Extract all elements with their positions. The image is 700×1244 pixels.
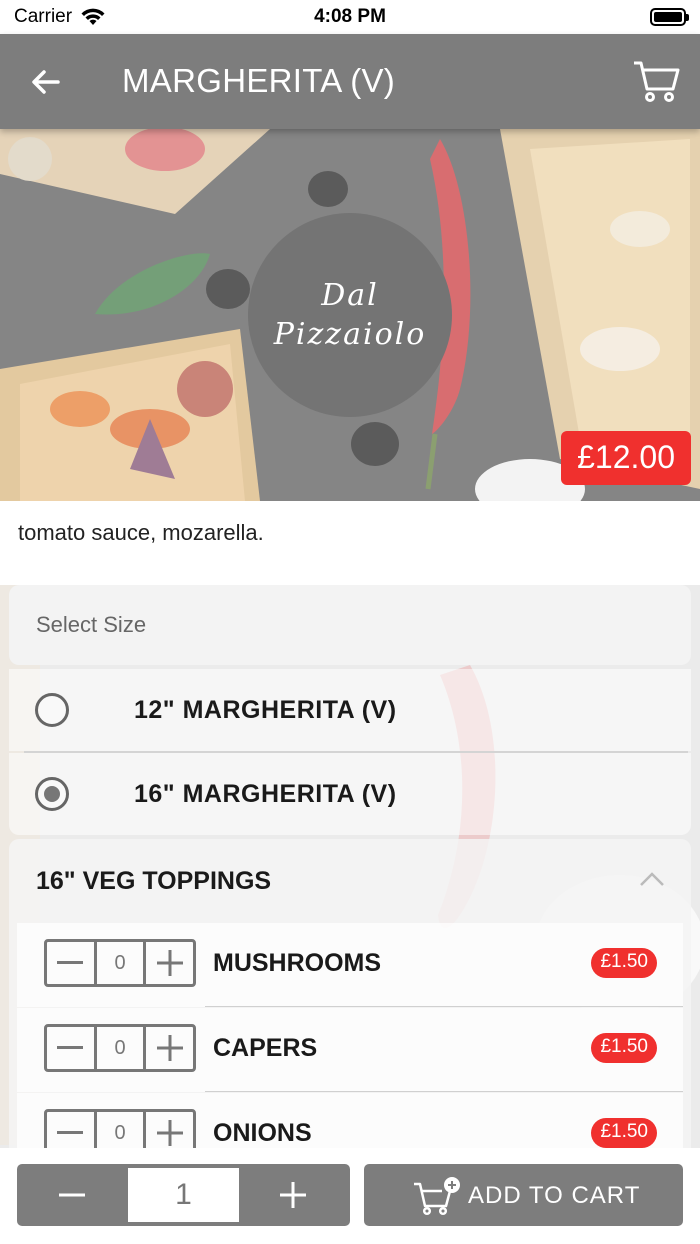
- increment-button[interactable]: [146, 1112, 193, 1150]
- item-description: tomato sauce, mozarella.: [18, 520, 264, 545]
- cart-icon: [634, 61, 680, 102]
- minus-icon: [57, 961, 84, 964]
- cart-button[interactable]: [632, 59, 680, 103]
- quantity-value[interactable]: 0: [93, 1112, 147, 1150]
- chevron-up-icon[interactable]: [639, 871, 665, 887]
- battery-icon: [650, 8, 689, 26]
- price-badge: £12.00: [561, 431, 691, 485]
- size-option-label: 16" MARGHERITA (V): [134, 780, 397, 808]
- plus-icon: [156, 950, 183, 976]
- plus-icon: [156, 1035, 183, 1061]
- add-to-cart-button[interactable]: ADD TO CART: [364, 1164, 683, 1226]
- size-option-16[interactable]: 16" MARGHERITA (V): [9, 753, 691, 835]
- bottom-action-bar: 1 ADD TO CART: [0, 1148, 700, 1244]
- minus-icon: [57, 1046, 84, 1049]
- topping-price-badge: £1.50: [591, 948, 657, 978]
- radio-button-selected[interactable]: [35, 777, 69, 811]
- carrier-label: Carrier: [14, 6, 73, 27]
- page-title: MARGHERITA (V): [122, 62, 396, 99]
- quantity-stepper: 0: [44, 1109, 196, 1150]
- arrow-left-icon: [32, 70, 60, 94]
- increment-button[interactable]: [146, 1027, 193, 1069]
- topping-row-mushrooms: 0 MUSHROOMS £1.50: [17, 923, 683, 1007]
- restaurant-logo: Dal Pizzaiolo: [248, 213, 452, 417]
- divider: [205, 1091, 683, 1092]
- topping-price-badge: £1.50: [591, 1033, 657, 1063]
- decrement-button[interactable]: [47, 1027, 94, 1069]
- topping-row-capers: 0 CAPERS £1.50: [17, 1008, 683, 1092]
- quantity-stepper: 0: [44, 1024, 196, 1072]
- logo-text-line1: Dal: [321, 278, 379, 313]
- add-to-cart-label: ADD TO CART: [468, 1182, 641, 1209]
- divider: [205, 1006, 683, 1007]
- topping-name: CAPERS: [213, 1034, 318, 1062]
- logo-text-line2: Pizzaiolo: [273, 317, 427, 352]
- topping-row-onions: 0 ONIONS £1.50: [17, 1093, 683, 1150]
- topping-name: ONIONS: [213, 1119, 312, 1147]
- quantity-value[interactable]: 0: [93, 942, 147, 984]
- hero-image: Dal Pizzaiolo £12.00: [0, 129, 700, 501]
- quantity-stepper: 0: [44, 939, 196, 987]
- status-left: Carrier: [14, 6, 106, 28]
- wifi-icon: [81, 8, 105, 25]
- radio-button[interactable]: [35, 693, 69, 727]
- toppings-title: 16" VEG TOPPINGS: [36, 867, 272, 895]
- decrement-button[interactable]: [47, 1112, 94, 1150]
- decrement-button[interactable]: [47, 942, 94, 984]
- quantity-value[interactable]: 1: [128, 1168, 239, 1222]
- increment-button[interactable]: [146, 942, 193, 984]
- topping-price-badge: £1.50: [591, 1118, 657, 1148]
- quantity-selector: 1: [17, 1164, 350, 1226]
- size-option-12[interactable]: 12" MARGHERITA (V): [9, 669, 691, 751]
- plus-icon[interactable]: [276, 1178, 310, 1212]
- add-to-cart-icon: [414, 1177, 460, 1216]
- size-option-label: 12" MARGHERITA (V): [134, 696, 397, 724]
- minus-icon: [57, 1131, 84, 1134]
- quantity-value[interactable]: 0: [93, 1027, 147, 1069]
- select-size-header: Select Size: [9, 585, 691, 665]
- topping-name: MUSHROOMS: [213, 949, 382, 977]
- options-panel[interactable]: Select Size 12" MARGHERITA (V) 16" MARGH…: [0, 585, 700, 1150]
- app-header: MARGHERITA (V): [0, 34, 700, 129]
- back-button[interactable]: [28, 64, 64, 100]
- toppings-section: 16" VEG TOPPINGS 0 MUSHROOMS £1.50 0 CAP…: [9, 839, 691, 1150]
- status-bar: Carrier 4:08 PM: [0, 0, 700, 34]
- plus-icon: [156, 1120, 183, 1146]
- minus-icon[interactable]: [55, 1181, 89, 1209]
